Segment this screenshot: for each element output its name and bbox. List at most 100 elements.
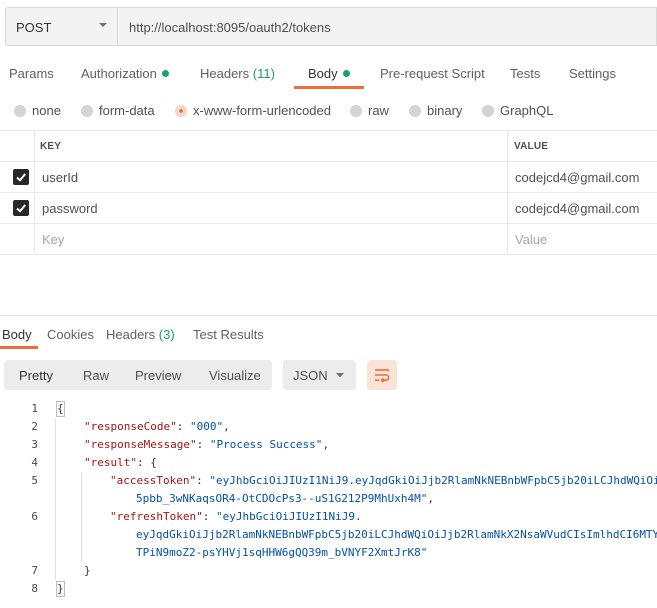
radio-form-data-circle — [81, 105, 93, 117]
tab-headers-label: Headers — [200, 66, 250, 81]
column-divider — [507, 193, 508, 223]
radio-binary-label: binary — [427, 103, 463, 118]
radio-binary[interactable]: binary — [409, 103, 462, 118]
radio-selected-circle — [175, 105, 187, 117]
view-visualize[interactable]: Visualize — [209, 368, 261, 383]
json-string: 5pbb_3wNKaqsOR4-OtCDOcPs3--uS1G212P9MhUx… — [136, 492, 428, 505]
tab-body[interactable]: Body — [308, 66, 350, 81]
param-value-cell[interactable]: codejcd4@gmail.com — [515, 201, 639, 216]
new-key-input[interactable]: Key — [42, 232, 64, 247]
tab-settings[interactable]: Settings — [569, 66, 616, 81]
radio-form-data[interactable]: form-data — [81, 103, 155, 118]
column-divider — [34, 131, 35, 161]
wrap-lines-button[interactable] — [367, 360, 397, 390]
indent-guide — [81, 472, 82, 562]
chevron-down-icon — [99, 23, 107, 27]
view-pretty[interactable]: Pretty — [19, 368, 53, 383]
response-tab-headers[interactable]: Headers (3) — [106, 327, 175, 342]
json-key: "accessToken" — [110, 474, 197, 487]
chevron-down-icon — [336, 373, 344, 378]
radio-x-www-form-urlencoded[interactable]: x-www-form-urlencoded — [175, 103, 331, 118]
new-value-input[interactable]: Value — [515, 232, 547, 247]
view-mode-selector: Pretty Raw Preview Visualize — [4, 360, 272, 390]
tab-headers[interactable]: Headers (11) — [200, 66, 275, 81]
url-input[interactable]: http://localhost:8095/oauth2/tokens — [118, 7, 657, 46]
table-row: userId codejcd4@gmail.com — [0, 162, 657, 193]
open-brace: { — [57, 402, 64, 415]
code-line-wrapped: eyJqdGkiOiJjb2RlamNkNEBnbWFpbC5jb20iLCJh… — [136, 528, 657, 541]
column-divider — [34, 193, 35, 223]
request-tabs: Params Authorization Headers (11) Body P… — [0, 58, 657, 90]
tab-body-label: Body — [308, 66, 338, 81]
value-column-header: VALUE — [514, 141, 549, 152]
code-line: "responseMessage": "Process Success", — [84, 438, 330, 451]
method-select[interactable]: POST — [5, 7, 118, 46]
line-number: 7 — [31, 564, 38, 577]
code-line: "result": { — [84, 456, 157, 469]
column-divider — [507, 162, 508, 192]
code-line: "responseCode": "000", — [84, 420, 230, 433]
column-divider — [507, 131, 508, 161]
json-string: "eyJhbGciOiJIUzI1NiJ9. — [215, 510, 362, 523]
table-row: password codejcd4@gmail.com — [0, 193, 657, 224]
response-body-viewer[interactable]: 1 2 3 4 5 6 7 8 { "responseCode": "000",… — [0, 400, 657, 600]
param-key-cell[interactable]: userId — [42, 170, 78, 185]
tab-authorization[interactable]: Authorization — [81, 66, 169, 81]
json-string: "000" — [189, 420, 224, 433]
radio-x-www-form-urlencoded-label: x-www-form-urlencoded — [193, 103, 331, 118]
param-key-cell[interactable]: password — [42, 201, 98, 216]
code-line-wrapped: TPiN9moZ2-psYHVj1sqHHW6gQQ39m_bVNYF2XmtJ… — [136, 546, 427, 559]
column-divider — [34, 224, 35, 254]
response-tab-body[interactable]: Body — [2, 327, 32, 342]
radio-none-circle — [14, 105, 26, 117]
body-status-dot — [342, 70, 350, 77]
tab-pre-request-script-label: Pre-request Script — [380, 66, 485, 81]
line-number: 1 — [31, 402, 38, 415]
column-divider — [507, 224, 508, 254]
column-divider — [34, 162, 35, 192]
response-tab-test-results[interactable]: Test Results — [193, 327, 264, 342]
radio-graphql[interactable]: GraphQL — [482, 103, 553, 118]
method-label: POST — [16, 20, 52, 35]
format-label: JSON — [293, 368, 328, 383]
radio-none[interactable]: none — [14, 103, 61, 118]
tab-params[interactable]: Params — [9, 66, 54, 81]
checkmark-icon — [16, 173, 26, 182]
json-string: "eyJhbGciOiJIUzI1NiJ9.eyJqdGkiOiJjb2Rlam… — [209, 474, 657, 487]
checkmark-icon — [16, 204, 26, 213]
json-string: TPiN9moZ2-psYHVj1sqHHW6gQQ39m_bVNYF2XmtJ… — [136, 546, 428, 559]
code-line: "refreshToken": "eyJhbGciOiJIUzI1NiJ9. — [110, 510, 362, 523]
line-number: 3 — [31, 438, 38, 451]
format-select[interactable]: JSON — [283, 360, 356, 390]
tab-tests[interactable]: Tests — [510, 66, 540, 81]
tab-authorization-label: Authorization — [81, 66, 157, 81]
tab-pre-request-script[interactable]: Pre-request Script — [380, 66, 485, 81]
json-string: "Process Success" — [209, 438, 323, 451]
line-number: 4 — [31, 456, 38, 469]
request-url-bar: POST http://localhost:8095/oauth2/tokens — [5, 7, 657, 46]
line-number: 2 — [31, 420, 38, 433]
radio-raw[interactable]: raw — [350, 103, 389, 118]
tab-params-label: Params — [9, 66, 54, 81]
line-number: 8 — [31, 582, 38, 595]
code-line: } — [57, 582, 64, 595]
response-tab-headers-label: Headers — [106, 327, 156, 342]
response-tabs: Body Cookies Headers (3) Test Results — [0, 318, 657, 350]
wrap-lines-icon — [375, 369, 390, 383]
row-checkbox[interactable] — [13, 169, 29, 185]
radio-raw-label: raw — [368, 103, 389, 118]
json-key: "responseMessage" — [84, 438, 197, 451]
tab-settings-label: Settings — [569, 66, 616, 81]
param-value-cell[interactable]: codejcd4@gmail.com — [515, 170, 639, 185]
response-tab-cookies[interactable]: Cookies — [47, 327, 94, 342]
radio-raw-circle — [350, 105, 362, 117]
close-brace: } — [84, 564, 91, 577]
row-checkbox[interactable] — [13, 200, 29, 216]
line-number: 6 — [31, 510, 38, 523]
table-row-empty: Key Value — [0, 224, 657, 255]
tab-headers-count: (11) — [252, 66, 275, 81]
view-preview[interactable]: Preview — [135, 368, 181, 383]
view-raw[interactable]: Raw — [83, 368, 109, 383]
indent-guide — [55, 418, 56, 580]
section-divider — [0, 315, 657, 316]
